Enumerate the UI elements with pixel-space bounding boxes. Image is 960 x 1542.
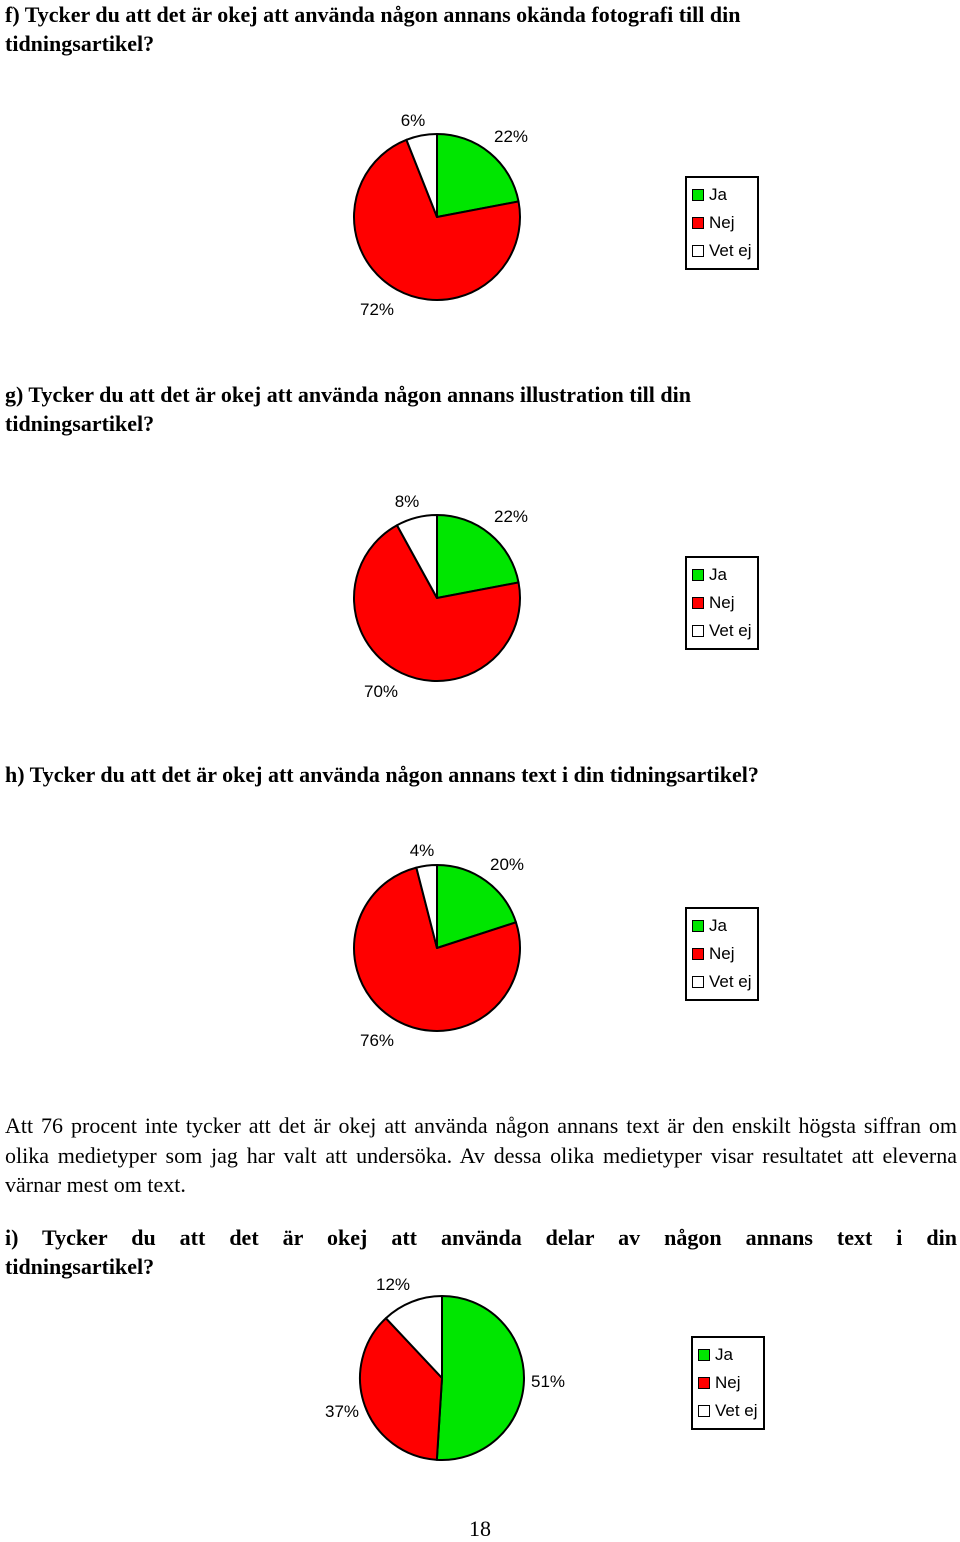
legend-item-ja: Ja [692, 561, 752, 589]
legend-swatch-vet-ej [698, 1405, 710, 1417]
pie-chart-f: 22% 72% 6% [353, 111, 528, 319]
legend-label-ja: Ja [709, 185, 727, 204]
legend-label-vet-ej: Vet ej [709, 241, 752, 260]
legend-swatch-ja [692, 569, 704, 581]
legend-f: Ja Nej Vet ej [685, 176, 759, 270]
legend-swatch-ja [692, 189, 704, 201]
legend-g: Ja Nej Vet ej [685, 556, 759, 650]
pie-data-label-ja: 51% [531, 1372, 565, 1391]
pie-data-label-vet-ej: 4% [410, 841, 435, 860]
pie-charts-canvas: 22% 72% 6% 22% 70% 8% 20% 76% 4% 51% 37% 12% [325, 111, 565, 1461]
legend-item-vet-ej: Vet ej [692, 617, 752, 645]
legend-swatch-vet-ej [692, 625, 704, 637]
legend-item-ja: Ja [698, 1341, 758, 1369]
pie-data-label-nej: 37% [325, 1402, 359, 1421]
legend-label-ja: Ja [709, 565, 727, 584]
pie-data-label-ja: 20% [490, 855, 524, 874]
page-number: 18 [469, 1516, 491, 1541]
legend-h: Ja Nej Vet ej [685, 907, 759, 1001]
legend-item-ja: Ja [692, 912, 752, 940]
legend-label-ja: Ja [709, 916, 727, 935]
legend-label-vet-ej: Vet ej [709, 972, 752, 991]
legend-item-nej: Nej [692, 589, 752, 617]
legend-label-nej: Nej [715, 1373, 741, 1392]
legend-item-nej: Nej [692, 940, 752, 968]
legend-label-nej: Nej [709, 944, 735, 963]
legend-swatch-nej [698, 1377, 710, 1389]
legend-item-vet-ej: Vet ej [698, 1397, 758, 1425]
legend-label-nej: Nej [709, 593, 735, 612]
legend-label-nej: Nej [709, 213, 735, 232]
legend-swatch-vet-ej [692, 976, 704, 988]
pie-data-label-vet-ej: 6% [401, 111, 426, 130]
legend-item-nej: Nej [692, 209, 752, 237]
pie-chart-i: 51% 37% 12% [325, 1275, 565, 1461]
pie-chart-g: 22% 70% 8% [353, 492, 528, 701]
pie-data-label-nej: 72% [360, 300, 394, 319]
legend-swatch-vet-ej [692, 245, 704, 257]
pie-data-label-vet-ej: 8% [395, 492, 420, 511]
legend-label-vet-ej: Vet ej [709, 621, 752, 640]
legend-label-ja: Ja [715, 1345, 733, 1364]
pie-data-label-ja: 22% [494, 507, 528, 526]
legend-item-vet-ej: Vet ej [692, 237, 752, 265]
legend-item-nej: Nej [698, 1369, 758, 1397]
legend-swatch-nej [692, 217, 704, 229]
pie-slice-ja [435, 1295, 525, 1461]
pie-data-label-nej: 70% [364, 682, 398, 701]
legend-swatch-nej [692, 948, 704, 960]
pie-chart-h: 20% 76% 4% [353, 841, 524, 1050]
legend-swatch-ja [698, 1349, 710, 1361]
legend-item-ja: Ja [692, 181, 752, 209]
pie-data-label-ja: 22% [494, 127, 528, 146]
pie-data-label-vet-ej: 12% [376, 1275, 410, 1294]
pie-data-label-nej: 76% [360, 1031, 394, 1050]
legend-item-vet-ej: Vet ej [692, 968, 752, 996]
legend-label-vet-ej: Vet ej [715, 1401, 758, 1420]
legend-swatch-nej [692, 597, 704, 609]
legend-swatch-ja [692, 920, 704, 932]
legend-i: Ja Nej Vet ej [691, 1336, 765, 1430]
